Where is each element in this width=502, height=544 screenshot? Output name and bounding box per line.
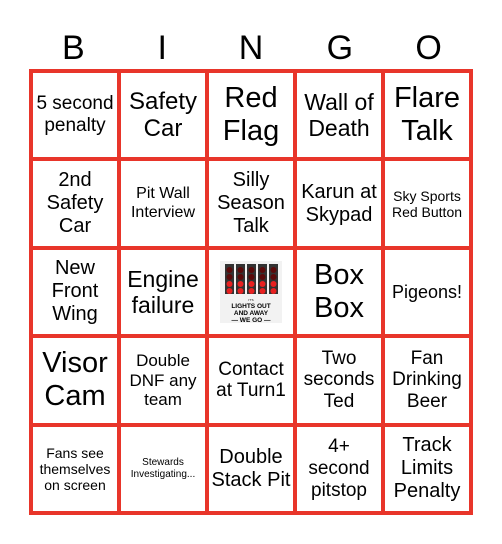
lights-out-logo-icon: IT'S LIGHTS OUT AND AWAY — WE GO —: [220, 260, 282, 323]
cell-label: Contact at Turn1: [216, 358, 286, 402]
cell-label: 5 second penalty: [36, 93, 114, 137]
cell-label: Sky Sports Red Button: [391, 187, 463, 220]
bingo-cell[interactable]: 2nd Safety Car: [33, 161, 117, 246]
cell-label: Flare Talk: [393, 81, 461, 148]
cell-label: 2nd Safety Car: [46, 169, 104, 238]
cell-label: New Front Wing: [51, 257, 99, 326]
svg-text:AND AWAY: AND AWAY: [234, 310, 269, 317]
svg-text:— WE GO —: — WE GO —: [232, 317, 272, 323]
cell-label: Karun at Skypad: [301, 180, 377, 226]
bingo-cell[interactable]: Two seconds Ted: [297, 338, 381, 423]
bingo-cell[interactable]: Red Flag: [209, 73, 293, 158]
bingo-cell[interactable]: Fan Drinking Beer: [385, 338, 469, 423]
bingo-cell[interactable]: Track Limits Penalty: [385, 426, 469, 511]
cell-label: Pigeons!: [391, 281, 463, 302]
bingo-cell[interactable]: New Front Wing: [33, 249, 117, 335]
cell-label: Fan Drinking Beer: [392, 347, 462, 413]
cell-label: Stewards Investigating...: [130, 457, 196, 480]
cell-label: Silly Season Talk: [217, 169, 285, 238]
bingo-cell[interactable]: 5 second penalty: [33, 73, 117, 158]
bingo-cell[interactable]: Pit Wall Interview: [121, 161, 205, 246]
bingo-cell[interactable]: Double DNF any team: [121, 338, 205, 423]
header-letter-b: B: [62, 29, 85, 67]
cell-label: Pit Wall Interview: [130, 185, 196, 221]
svg-text:IT'S: IT'S: [248, 298, 253, 302]
cell-label: Track Limits Penalty: [393, 434, 461, 503]
bingo-cell[interactable]: Stewards Investigating...: [121, 426, 205, 511]
bingo-cell[interactable]: Box Box: [297, 249, 381, 335]
bingo-cell[interactable]: Silly Season Talk: [209, 161, 293, 246]
bingo-cell[interactable]: Sky Sports Red Button: [385, 161, 469, 246]
bingo-cell[interactable]: Flare Talk: [385, 73, 469, 158]
header-letter-g: G: [326, 29, 354, 67]
header-letter-o: O: [415, 29, 442, 67]
cell-label: Visor Cam: [42, 347, 108, 413]
bingo-cell[interactable]: Double Stack Pit: [209, 426, 293, 511]
cell-label: Two seconds Ted: [303, 347, 375, 413]
bingo-cell[interactable]: Pigeons!: [385, 249, 469, 335]
cell-label: Fans see themselves on screen: [39, 444, 111, 493]
bingo-cell[interactable]: Wall of Death: [297, 73, 381, 158]
cell-label: Engine failure: [127, 265, 199, 318]
bingo-cell[interactable]: Karun at Skypad: [297, 161, 381, 246]
bingo-cell[interactable]: Engine failure: [121, 249, 205, 335]
bingo-cell[interactable]: Contact at Turn1: [209, 338, 293, 423]
bingo-cell[interactable]: Fans see themselves on screen: [33, 426, 117, 511]
free-space-cell[interactable]: IT'S LIGHTS OUT AND AWAY — WE GO —: [209, 249, 293, 335]
cell-label: Double DNF any team: [129, 351, 197, 410]
bingo-cell[interactable]: 4+ second pitstop: [297, 426, 381, 511]
cell-label: Safety Car: [128, 87, 198, 143]
header-letter-i: I: [157, 29, 167, 67]
svg-text:LIGHTS OUT: LIGHTS OUT: [231, 303, 270, 310]
bingo-cell[interactable]: Safety Car: [121, 73, 205, 158]
bingo-header: B I N G O: [29, 28, 473, 68]
cell-label: Red Flag: [222, 81, 280, 148]
header-letter-n: N: [238, 29, 264, 67]
bingo-card: 5 second penalty Safety Car Red Flag Wall o…: [29, 69, 473, 515]
bingo-cell[interactable]: Visor Cam: [33, 338, 117, 423]
cell-label: 4+ second pitstop: [308, 436, 370, 501]
cell-label: Box Box: [314, 258, 364, 324]
cell-label: Wall of Death: [304, 88, 374, 142]
cell-label: Double Stack Pit: [211, 445, 291, 491]
